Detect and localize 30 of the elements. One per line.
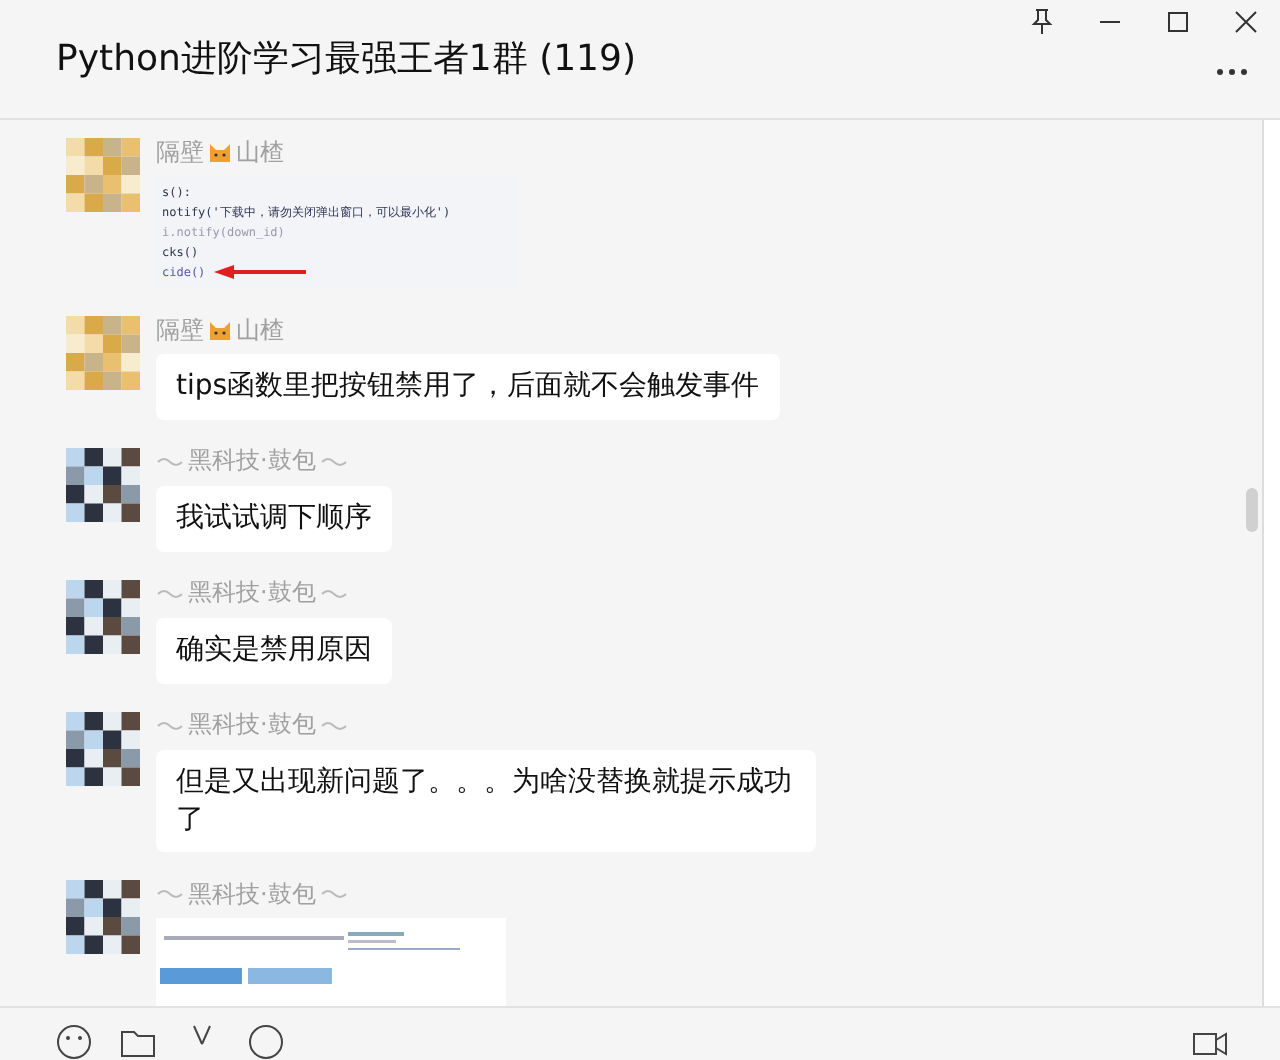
- arrow-icon: [209, 264, 310, 280]
- sender-name: 黑科技·鼓包: [188, 576, 316, 611]
- sender-name: 山楂: [236, 135, 284, 169]
- ornament-icon: [319, 587, 348, 600]
- ornament-icon: [156, 455, 184, 468]
- maximize-icon: [1166, 10, 1190, 34]
- emoji-icon[interactable]: [56, 1024, 92, 1060]
- sender-name: 黑科技·鼓包: [188, 708, 316, 743]
- sender-name: 隔壁: [156, 135, 204, 169]
- ornament-icon: [319, 455, 348, 468]
- sender-name: 隔壁: [156, 313, 204, 347]
- cat-face-icon: [208, 141, 232, 163]
- ornament-icon: [156, 888, 184, 901]
- message-bubble: tips函数里把按钮禁用了，后面就不会触发事件: [156, 354, 780, 420]
- cat-face-icon: [208, 319, 232, 341]
- message-bubble: 确实是禁用原因: [156, 617, 392, 684]
- sender-name: 山楂: [236, 313, 284, 347]
- sender-name: 黑科技·鼓包: [188, 877, 316, 912]
- pin-icon: [1030, 8, 1054, 36]
- close-icon: [1234, 10, 1258, 34]
- sender-name: 黑科技·鼓包: [188, 444, 316, 479]
- more-icon: [1216, 68, 1248, 76]
- chat-title: Python进阶学习最强王者1群 (119): [56, 36, 638, 82]
- ornament-icon: [156, 719, 184, 732]
- scrollbar-thumb[interactable]: [1246, 488, 1258, 532]
- message-bubble: 我试试调下顺序: [156, 485, 392, 552]
- ornament-icon: [319, 888, 348, 901]
- message-bubble: 但是又出现新问题了。。。为啥没替换就提示成功了: [156, 749, 816, 853]
- ornament-icon: [319, 719, 348, 732]
- ornament-icon: [156, 587, 184, 600]
